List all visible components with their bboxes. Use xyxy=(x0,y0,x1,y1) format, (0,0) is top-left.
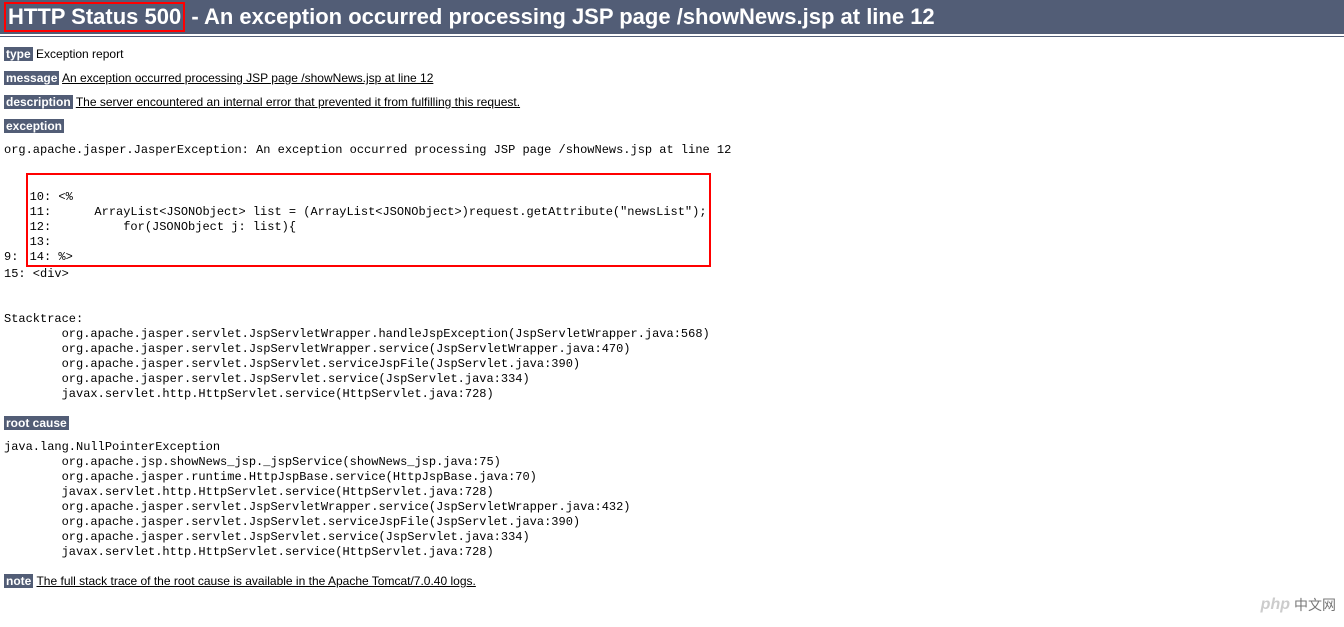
rootcause-line: root cause xyxy=(4,416,1340,430)
description-value: The server encountered an internal error… xyxy=(76,95,520,109)
type-line: type Exception report xyxy=(4,47,1340,61)
code-highlight: 10: <% 11: ArrayList<JSONObject> list = … xyxy=(26,173,711,267)
exception-label: exception xyxy=(4,119,64,133)
description-line: description The server encountered an in… xyxy=(4,95,1340,109)
watermark: php 中文网 xyxy=(1261,595,1336,615)
type-label: type xyxy=(4,47,33,61)
watermark-text: 中文网 xyxy=(1294,595,1336,615)
divider xyxy=(0,36,1344,37)
message-line: message An exception occurred processing… xyxy=(4,71,1340,85)
rootcause-label: root cause xyxy=(4,416,69,430)
exception-block: org.apache.jasper.JasperException: An ex… xyxy=(4,143,1340,402)
rootcause-block: java.lang.NullPointerException org.apach… xyxy=(4,440,1340,560)
description-label: description xyxy=(4,95,73,109)
status-code: HTTP Status 500 xyxy=(4,2,185,32)
page-title: HTTP Status 500 - An exception occurred … xyxy=(0,0,1344,34)
exception-line: exception xyxy=(4,119,1340,133)
watermark-php: php xyxy=(1261,596,1290,614)
note-value: The full stack trace of the root cause i… xyxy=(36,574,475,588)
title-rest: - An exception occurred processing JSP p… xyxy=(185,4,934,29)
message-value: An exception occurred processing JSP pag… xyxy=(62,71,433,85)
note-line: note The full stack trace of the root ca… xyxy=(4,574,1340,588)
exception-post: 15: <div> Stacktrace: org.apache.jasper.… xyxy=(4,267,710,401)
note-label: note xyxy=(4,574,33,588)
type-value: Exception report xyxy=(33,47,124,61)
message-label: message xyxy=(4,71,59,85)
